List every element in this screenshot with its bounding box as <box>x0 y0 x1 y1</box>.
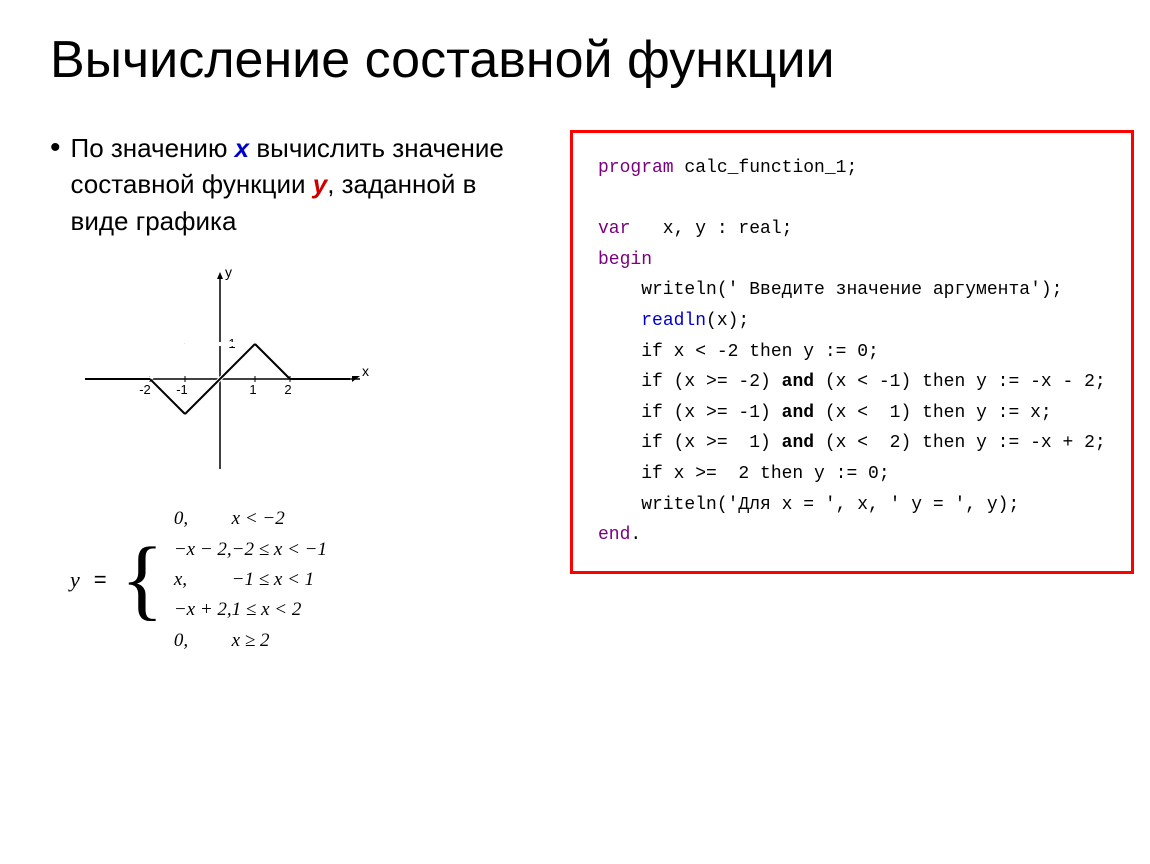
code-box: program calc_function_1; var x, y : real… <box>570 130 1134 574</box>
svg-text:x: x <box>362 363 369 379</box>
piecewise-formula: y = { 0, x < −2 −x − 2, −2 ≤ x < −1 x, −… <box>70 504 530 656</box>
left-panel: • По значению x вычислить значение соста… <box>50 130 530 656</box>
bullet-text-content: По значению x вычислить значение составн… <box>71 130 530 239</box>
bullet-prefix: По значению <box>71 133 235 163</box>
page-title: Вычисление составной функции <box>50 30 1100 90</box>
svg-text:y: y <box>225 269 232 280</box>
svg-text:-1: -1 <box>176 382 188 397</box>
code-var-decl: x, y : real; <box>630 219 792 239</box>
formula-case-1: 0, x < −2 <box>174 504 327 534</box>
code-line-begin: begin <box>598 245 1106 276</box>
formula-case-3: x, −1 ≤ x < 1 <box>174 565 327 595</box>
formula-brace: { <box>121 535 164 625</box>
formula-y: y <box>70 567 80 593</box>
code-line-var: var x, y : real; <box>598 214 1106 245</box>
code-line-writeln1: writeln(' Введите значение аргумента'); <box>598 275 1106 306</box>
code-line-writeln2: writeln('Для x = ', x, ' y = ', y); <box>598 490 1106 521</box>
code-line-if1: if x < -2 then y := 0; <box>598 337 1106 368</box>
formula-cases-table: 0, x < −2 −x − 2, −2 ≤ x < −1 x, −1 ≤ x … <box>174 504 327 656</box>
code-line-blank1 <box>598 184 1106 215</box>
code-content: program calc_function_1; var x, y : real… <box>598 153 1106 551</box>
formula-case-5: 0, x ≥ 2 <box>174 626 327 656</box>
formula-case-4: −x + 2, 1 ≤ x < 2 <box>174 595 327 625</box>
kw-begin: begin <box>598 250 652 270</box>
y-variable: y <box>313 169 327 199</box>
kw-end: end <box>598 525 630 545</box>
bullet-dot: • <box>50 130 61 239</box>
graph-container: -2 -1 1 2 1 x y <box>70 269 530 494</box>
svg-text:2: 2 <box>284 382 291 397</box>
code-line-end: end. <box>598 520 1106 551</box>
formula-case-2: −x − 2, −2 ≤ x < −1 <box>174 535 327 565</box>
code-line-if2: if (x >= -2) and (x < -1) then y := -x -… <box>598 367 1106 398</box>
kw-var: var <box>598 219 630 239</box>
kw-readln: readln <box>641 311 706 331</box>
svg-text:1: 1 <box>249 382 256 397</box>
svg-text:-2: -2 <box>139 382 151 397</box>
code-line-if5: if x >= 2 then y := 0; <box>598 459 1106 490</box>
bullet-point: • По значению x вычислить значение соста… <box>50 130 530 239</box>
code-line-1: program calc_function_1; <box>598 153 1106 184</box>
formula-equals: = <box>94 567 107 593</box>
code-line-readln: readln(x); <box>598 306 1106 337</box>
x-variable: x <box>235 133 249 163</box>
code-program-name: calc_function_1; <box>674 158 858 178</box>
main-content: • По значению x вычислить значение соста… <box>50 130 1100 656</box>
kw-program: program <box>598 158 674 178</box>
code-line-if3: if (x >= -1) and (x < 1) then y := x; <box>598 398 1106 429</box>
function-graph: -2 -1 1 2 1 x y <box>70 269 370 489</box>
code-line-if4: if (x >= 1) and (x < 2) then y := -x + 2… <box>598 428 1106 459</box>
